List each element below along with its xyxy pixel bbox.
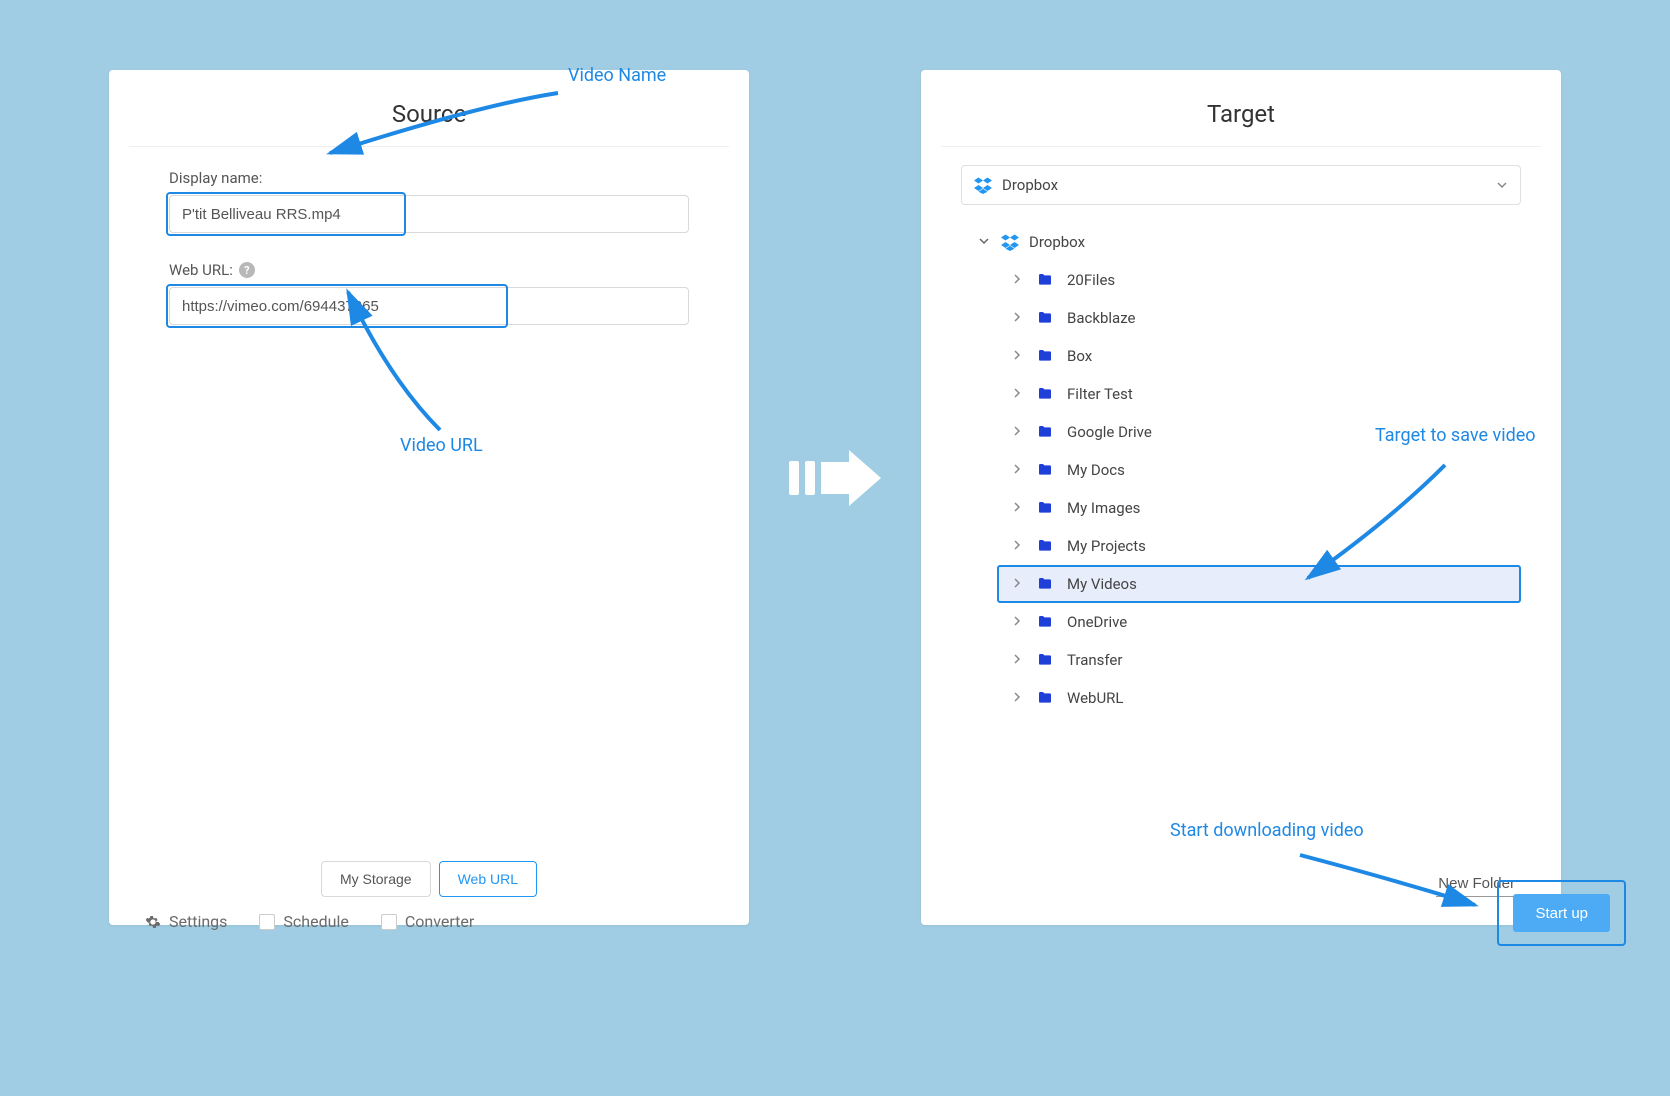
folder-label: 20Files bbox=[1067, 271, 1115, 289]
schedule-label: Schedule bbox=[283, 912, 348, 931]
display-name-input[interactable] bbox=[169, 195, 689, 233]
tree-item[interactable]: WebURL bbox=[999, 679, 1521, 717]
chevron-right-icon bbox=[1011, 691, 1023, 706]
folder-icon bbox=[1035, 310, 1055, 326]
folder-icon bbox=[1035, 272, 1055, 288]
folder-icon bbox=[1035, 386, 1055, 402]
folder-label: Backblaze bbox=[1067, 309, 1135, 327]
chevron-right-icon bbox=[1011, 311, 1023, 326]
folder-label: My Projects bbox=[1067, 537, 1146, 555]
tree-item[interactable]: Google Drive bbox=[999, 413, 1521, 451]
transfer-arrow-icon bbox=[789, 450, 881, 506]
web-url-input[interactable] bbox=[169, 287, 689, 325]
chevron-right-icon bbox=[1011, 501, 1023, 516]
tree-item[interactable]: 20Files bbox=[999, 261, 1521, 299]
converter-label: Converter bbox=[405, 912, 474, 931]
gear-icon bbox=[145, 914, 161, 930]
startup-highlight: Start up bbox=[1497, 880, 1626, 946]
chevron-right-icon bbox=[1011, 425, 1023, 440]
start-up-button[interactable]: Start up bbox=[1513, 894, 1610, 932]
chevron-down-icon bbox=[977, 233, 991, 251]
tree-item[interactable]: Backblaze bbox=[999, 299, 1521, 337]
chevron-right-icon bbox=[1011, 349, 1023, 364]
tree-root-label: Dropbox bbox=[1029, 233, 1085, 251]
tree-root[interactable]: Dropbox bbox=[961, 227, 1521, 261]
tree-item[interactable]: My Images bbox=[999, 489, 1521, 527]
web-url-tab[interactable]: Web URL bbox=[439, 861, 537, 897]
folder-label: Box bbox=[1067, 347, 1092, 365]
settings-button[interactable]: Settings bbox=[145, 912, 227, 931]
source-panel: Source Display name: Web URL: ? My Stora… bbox=[109, 70, 749, 925]
web-url-label: Web URL: ? bbox=[169, 261, 689, 279]
checkbox-icon bbox=[381, 914, 397, 930]
source-title: Source bbox=[109, 70, 749, 146]
tree-item[interactable]: My Docs bbox=[999, 451, 1521, 489]
folder-label: OneDrive bbox=[1067, 613, 1127, 631]
chevron-right-icon bbox=[1011, 539, 1023, 554]
bottom-bar: Settings Schedule Converter bbox=[145, 912, 474, 931]
checkbox-icon bbox=[259, 914, 275, 930]
folder-label: My Images bbox=[1067, 499, 1140, 517]
folder-label: WebURL bbox=[1067, 689, 1124, 707]
folder-icon bbox=[1035, 424, 1055, 440]
folder-label: My Videos bbox=[1067, 575, 1137, 593]
target-title: Target bbox=[921, 70, 1561, 146]
target-panel: Target Dropbox bbox=[921, 70, 1561, 925]
settings-label: Settings bbox=[169, 912, 227, 931]
tree-item[interactable]: Filter Test bbox=[999, 375, 1521, 413]
folder-label: My Docs bbox=[1067, 461, 1125, 479]
folder-icon bbox=[1035, 348, 1055, 364]
folder-icon bbox=[1035, 652, 1055, 668]
chevron-down-icon bbox=[1496, 176, 1508, 195]
tree-item[interactable]: Transfer bbox=[999, 641, 1521, 679]
chevron-right-icon bbox=[1011, 653, 1023, 668]
folder-icon bbox=[1035, 462, 1055, 478]
tree-item[interactable]: Box bbox=[999, 337, 1521, 375]
folder-icon bbox=[1035, 576, 1055, 592]
help-icon[interactable]: ? bbox=[239, 262, 255, 278]
folder-tree: Dropbox 20Files Backblaze Box Filter Test Go… bbox=[961, 227, 1521, 871]
tree-item[interactable]: OneDrive bbox=[999, 603, 1521, 641]
folder-icon bbox=[1035, 690, 1055, 706]
tree-item[interactable]: My Videos bbox=[997, 565, 1521, 603]
folder-label: Filter Test bbox=[1067, 385, 1133, 403]
provider-selected-label: Dropbox bbox=[1002, 176, 1058, 194]
my-storage-tab[interactable]: My Storage bbox=[321, 861, 431, 897]
folder-label: Google Drive bbox=[1067, 423, 1152, 441]
dropbox-icon bbox=[1001, 233, 1019, 251]
chevron-right-icon bbox=[1011, 387, 1023, 402]
folder-icon bbox=[1035, 614, 1055, 630]
tree-item[interactable]: My Projects bbox=[999, 527, 1521, 565]
chevron-right-icon bbox=[1011, 577, 1023, 592]
chevron-right-icon bbox=[1011, 615, 1023, 630]
folder-icon bbox=[1035, 500, 1055, 516]
folder-label: Transfer bbox=[1067, 651, 1122, 669]
schedule-toggle[interactable]: Schedule bbox=[259, 912, 348, 931]
chevron-right-icon bbox=[1011, 463, 1023, 478]
web-url-label-text: Web URL: bbox=[169, 261, 233, 279]
converter-toggle[interactable]: Converter bbox=[381, 912, 474, 931]
folder-icon bbox=[1035, 538, 1055, 554]
dropbox-icon bbox=[974, 176, 992, 194]
provider-select[interactable]: Dropbox bbox=[961, 165, 1521, 205]
chevron-right-icon bbox=[1011, 273, 1023, 288]
display-name-label: Display name: bbox=[169, 169, 689, 187]
